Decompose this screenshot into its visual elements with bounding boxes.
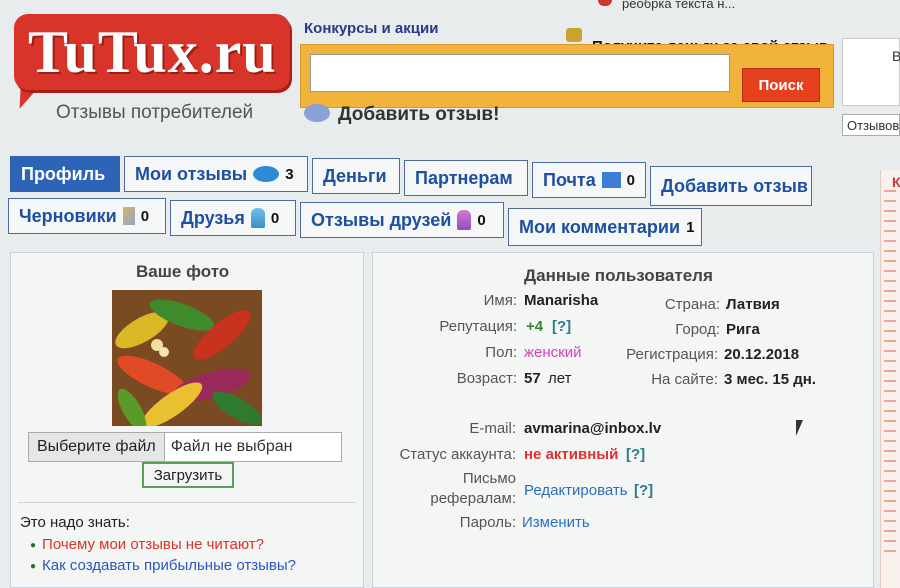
top-indicator-icon bbox=[598, 0, 612, 6]
contests-link[interactable]: Конкурсы и акции bbox=[304, 20, 438, 37]
tab-drafts[interactable]: Черновики 0 bbox=[8, 198, 166, 234]
letter-label-line2: рефералам: bbox=[430, 490, 516, 507]
tab-count: 0 bbox=[270, 209, 280, 227]
know-title: Это надо знать: bbox=[20, 514, 130, 531]
tab-count: 0 bbox=[140, 207, 150, 225]
password-label: Пароль: bbox=[459, 514, 516, 531]
city-label: Город: bbox=[675, 321, 720, 338]
tab-label: Мои отзывы bbox=[135, 163, 248, 184]
upload-button[interactable]: Загрузить bbox=[142, 462, 234, 488]
chat-bubble-icon bbox=[253, 166, 280, 182]
name-label: Имя: bbox=[483, 292, 517, 309]
onsite-label: На сайте: bbox=[651, 371, 718, 388]
file-status: Файл не выбран bbox=[170, 438, 293, 455]
tab-partners[interactable]: Партнерам bbox=[404, 160, 528, 196]
logo-text[interactable]: TuTux.ru bbox=[28, 18, 277, 87]
tab-friends[interactable]: Друзья 0 bbox=[170, 200, 296, 236]
tab-label: Деньги bbox=[323, 165, 387, 186]
tagline: Отзывы потребителей bbox=[56, 102, 254, 123]
tab-add-review[interactable]: Добавить отзыв bbox=[650, 166, 812, 206]
sidebar-letter: К bbox=[892, 174, 900, 190]
reputation-value: +4 bbox=[526, 318, 544, 335]
user-data-title: Данные пользователя bbox=[524, 266, 713, 285]
tab-money[interactable]: Деньги bbox=[312, 158, 400, 194]
tab-label: Профиль bbox=[21, 163, 106, 184]
email-label: E-mail: bbox=[469, 420, 516, 437]
name-value: Manarisha bbox=[524, 292, 599, 309]
tab-my-reviews[interactable]: Мои отзывы 3 bbox=[124, 156, 308, 192]
letter-help[interactable]: [?] bbox=[634, 482, 653, 499]
registration-value: 20.12.2018 bbox=[724, 346, 800, 363]
country-value: Латвия bbox=[726, 296, 780, 313]
know-link-profitable[interactable]: Как создавать прибыльные отзывы? bbox=[30, 557, 296, 574]
pen-icon bbox=[304, 104, 330, 122]
tab-label: Черновики bbox=[19, 205, 117, 226]
tab-profile[interactable]: Профиль bbox=[10, 156, 120, 192]
croton-plant-image bbox=[112, 290, 262, 426]
tab-friends-reviews[interactable]: Отзывы друзей 0 bbox=[300, 202, 504, 238]
country-label: Страна: bbox=[664, 296, 720, 313]
status-label: Статус аккаунта: bbox=[399, 446, 516, 463]
profile-photo bbox=[112, 290, 262, 426]
onsite-value: 3 мес. 15 дн. bbox=[724, 371, 817, 388]
status-value: не активный bbox=[524, 446, 619, 463]
choose-file-button[interactable]: Выберите файл bbox=[29, 433, 165, 461]
tab-mail[interactable]: Почта 0 bbox=[532, 162, 646, 198]
know-list: Почему мои отзывы не читают? Как создава… bbox=[30, 536, 296, 578]
registration-label: Регистрация: bbox=[626, 346, 718, 363]
sidebar-dots bbox=[884, 190, 896, 560]
age-value: 57 bbox=[524, 370, 541, 387]
hourglass-icon bbox=[122, 207, 135, 225]
sex-label: Пол: bbox=[485, 344, 517, 361]
person-icon bbox=[250, 208, 265, 228]
tab-label: Почта bbox=[543, 169, 596, 190]
envelope-icon bbox=[601, 172, 621, 188]
tab-count: 3 bbox=[285, 165, 294, 183]
add-review-link[interactable]: Добавить отзыв! bbox=[338, 104, 499, 126]
age-label: Возраст: bbox=[456, 370, 517, 387]
tab-label: Отзывы друзей bbox=[311, 209, 452, 230]
change-password-link[interactable]: Изменить bbox=[522, 514, 590, 531]
know-link-not-read[interactable]: Почему мои отзывы не читают? bbox=[30, 536, 296, 553]
divider bbox=[18, 502, 356, 503]
status-help[interactable]: [?] bbox=[626, 446, 645, 463]
tab-label: Добавить отзыв bbox=[661, 175, 808, 196]
top-link[interactable]: реобрка текста н... bbox=[622, 0, 735, 11]
tab-label: Друзья bbox=[181, 207, 245, 228]
file-chooser[interactable]: Выберите файл Файл не выбран bbox=[28, 432, 342, 462]
right-box-letter: В bbox=[892, 48, 900, 64]
reputation-help[interactable]: [?] bbox=[552, 318, 571, 335]
photo-title: Ваше фото bbox=[136, 262, 230, 281]
sex-value: женский bbox=[524, 344, 582, 361]
tab-count: 0 bbox=[626, 171, 635, 189]
money-icon bbox=[566, 28, 582, 42]
tab-count: 1 bbox=[686, 218, 695, 236]
search-input[interactable] bbox=[310, 54, 730, 92]
right-reviews-label: Отзывов bbox=[842, 114, 900, 136]
age-unit: лет bbox=[548, 370, 572, 387]
tab-label: Партнерам bbox=[415, 167, 513, 188]
tab-my-comments[interactable]: Мои комментарии 1 bbox=[508, 208, 702, 246]
reputation-label: Репутация: bbox=[439, 318, 517, 335]
friends-icon bbox=[457, 210, 472, 230]
email-value: avmarina@inbox.lv bbox=[524, 420, 662, 437]
search-button[interactable]: Поиск bbox=[742, 68, 820, 102]
tab-label: Мои комментарии bbox=[519, 216, 681, 237]
edit-letter-link[interactable]: Редактировать bbox=[524, 482, 628, 499]
mouse-cursor-icon bbox=[796, 420, 803, 436]
letter-label-line1: Письмо bbox=[462, 470, 516, 487]
city-value: Рига bbox=[726, 321, 760, 338]
tab-count: 0 bbox=[477, 211, 486, 229]
